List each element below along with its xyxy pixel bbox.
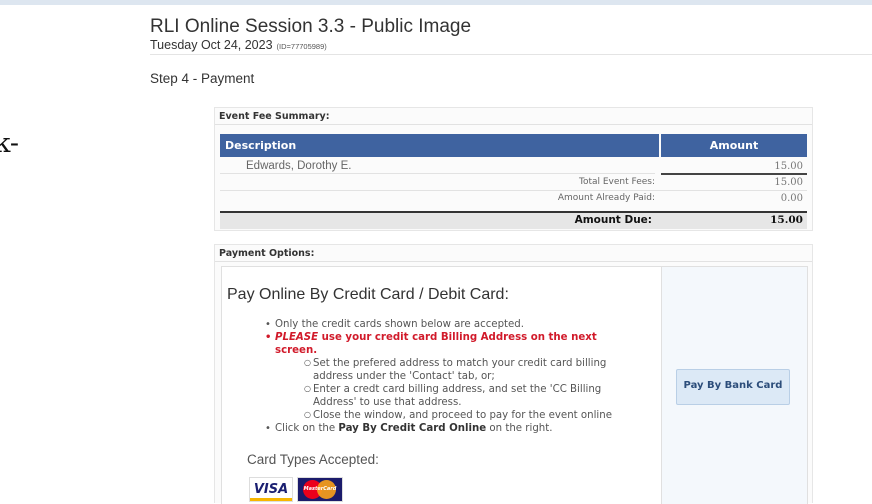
credit-card-title: Pay Online By Credit Card / Debit Card: xyxy=(227,286,509,303)
table-row-paid: Amount Already Paid: 0.00 xyxy=(220,192,807,205)
fee-table-header: Description Amount xyxy=(220,134,807,157)
circle-bullet-icon: ○ xyxy=(304,410,311,419)
mastercard-icon: MasterCard xyxy=(297,477,343,502)
paid-label: Amount Already Paid: xyxy=(557,193,655,203)
page-header: RLI Online Session 3.3 - Public Image Tu… xyxy=(150,16,872,55)
total-value: 15.00 xyxy=(774,177,803,188)
top-accent-bar xyxy=(0,0,872,5)
subtotal-rule xyxy=(661,173,807,175)
sub-instruction-item: ○ Set the prefered address to match your … xyxy=(304,358,607,369)
instruction-item: • Only the credit cards shown below are a… xyxy=(265,319,525,330)
amount-due-value: 15.00 xyxy=(770,214,803,226)
column-header-description: Description xyxy=(220,134,659,157)
date-text: Tuesday Oct 24, 2023 xyxy=(150,38,273,52)
column-header-amount: Amount xyxy=(661,134,807,157)
sub-instruction-item-cont: Address' to use that address. xyxy=(313,397,462,408)
payment-options-box: Pay Online By Credit Card / Debit Card: … xyxy=(221,266,808,504)
sub-instruction-item: ○ Enter a credt card billing address, and… xyxy=(304,384,602,395)
page-title: RLI Online Session 3.3 - Public Image xyxy=(150,16,472,37)
sub-instruction-item: ○ Close the window, and proceed to pay fo… xyxy=(304,410,612,421)
bullet-icon: • xyxy=(265,319,271,330)
circle-bullet-icon: ○ xyxy=(304,384,311,393)
row-divider xyxy=(220,190,807,191)
visa-icon: VISA xyxy=(249,477,293,502)
session-date: Tuesday Oct 24, 2023 (ID=77705989) xyxy=(150,38,327,52)
circle-bullet-icon: ○ xyxy=(304,358,311,367)
credit-card-section: Pay Online By Credit Card / Debit Card: … xyxy=(222,267,662,504)
instruction-item: • Click on the Pay By Credit Card Online … xyxy=(265,423,553,434)
fee-summary-heading: Event Fee Summary: xyxy=(219,111,330,122)
card-types-label: Card Types Accepted: xyxy=(247,452,379,467)
payment-options-header: Payment Options: xyxy=(215,245,812,262)
attendee-name: Edwards, Dorothy E. xyxy=(246,160,352,172)
sub-instruction-item-cont: address under the 'Contact' tab, or; xyxy=(313,371,495,382)
fee-summary-panel: Event Fee Summary: Description Amount Ed… xyxy=(214,107,813,231)
amount-due-label: Amount Due: xyxy=(574,214,652,226)
table-row-attendee: Edwards, Dorothy E. 15.00 xyxy=(220,160,807,173)
table-row-amount-due: Amount Due: 15.00 xyxy=(220,211,807,229)
table-row-total: Total Event Fees: 15.00 xyxy=(220,176,807,189)
bullet-icon: • xyxy=(265,332,272,343)
pay-action-section: Pay By Bank Card xyxy=(662,267,807,504)
bullet-icon: • xyxy=(265,423,271,434)
sidebar-text-fragment: k- xyxy=(0,128,20,159)
attendee-amount: 15.00 xyxy=(774,161,803,172)
row-divider xyxy=(220,173,655,174)
session-id: (ID=77705989) xyxy=(276,42,327,51)
step-heading: Step 4 - Payment xyxy=(150,71,255,86)
instruction-item-warning: • PLEASE use your credit card Billing Add… xyxy=(265,332,597,343)
payment-options-panel: Payment Options: Pay Online By Credit Ca… xyxy=(214,244,813,504)
payment-options-heading: Payment Options: xyxy=(219,248,315,259)
paid-value: 0.00 xyxy=(780,193,803,204)
pay-by-bank-card-button[interactable]: Pay By Bank Card xyxy=(676,369,790,405)
total-label: Total Event Fees: xyxy=(578,177,655,187)
fee-summary-header: Event Fee Summary: xyxy=(215,108,812,125)
